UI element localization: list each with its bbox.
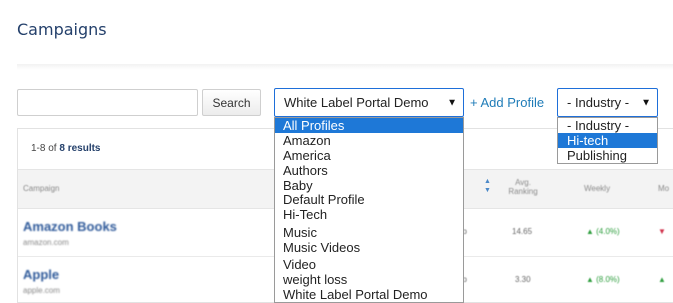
profile-option[interactable]: All Profiles xyxy=(275,118,463,133)
column-header-weekly[interactable]: Weekly xyxy=(584,184,610,193)
caret-down-icon: ▼ xyxy=(641,97,651,108)
campaign-name[interactable]: Amazon Books xyxy=(23,219,117,234)
caret-down-icon: ▼ xyxy=(447,97,457,108)
industry-option[interactable]: Publishing xyxy=(558,148,657,163)
add-profile-link[interactable]: + Add Profile xyxy=(470,95,544,110)
cell-monthly: ▲ xyxy=(658,275,666,284)
cell-avg-ranking: 3.30 xyxy=(515,275,531,284)
profile-select-value: White Label Portal Demo xyxy=(284,95,429,110)
column-header-avg-ranking[interactable]: Avg. Ranking xyxy=(505,178,541,196)
results-prefix: 1-8 of xyxy=(31,143,57,154)
campaign-url: amazon.com xyxy=(23,238,69,247)
column-header-monthly[interactable]: Mo xyxy=(658,184,669,193)
results-count: 1-8 of 8 results xyxy=(31,143,101,154)
profile-option[interactable]: Music Videos xyxy=(275,240,463,255)
profile-option[interactable]: Hi-Tech xyxy=(275,207,463,222)
profile-dropdown-list[interactable]: All Profiles Amazon America Authors Baby… xyxy=(274,117,464,303)
cell-avg-ranking: 14.65 xyxy=(512,227,533,236)
industry-select[interactable]: - Industry - ▼ xyxy=(557,88,658,117)
search-button[interactable]: Search xyxy=(202,89,261,116)
column-header-campaign[interactable]: Campaign xyxy=(23,184,59,193)
profile-option[interactable]: Baby xyxy=(275,178,463,193)
sort-arrows-icon[interactable]: ▲ ▼ xyxy=(484,177,491,195)
campaign-url: apple.com xyxy=(23,286,60,295)
industry-option[interactable]: - Industry - xyxy=(558,118,657,133)
profile-option[interactable]: Amazon xyxy=(275,133,463,148)
profile-select[interactable]: White Label Portal Demo ▼ xyxy=(274,88,464,117)
cell-weekly: ▲ (4.0%) xyxy=(586,227,620,236)
profile-option[interactable]: Music xyxy=(275,225,463,240)
industry-dropdown-list[interactable]: - Industry - Hi-tech Publishing xyxy=(557,117,658,164)
industry-option[interactable]: Hi-tech xyxy=(558,133,657,148)
profile-option[interactable]: Default Profile xyxy=(275,192,463,207)
results-total: 8 results xyxy=(59,143,101,154)
profile-option[interactable]: America xyxy=(275,148,463,163)
cell-monthly: ▼ xyxy=(658,227,666,236)
campaign-name[interactable]: Apple xyxy=(23,267,59,282)
industry-select-value: - Industry - xyxy=(567,95,630,110)
search-input[interactable] xyxy=(17,89,198,116)
profile-option[interactable]: White Label Portal Demo xyxy=(275,287,463,302)
profile-option[interactable]: Authors xyxy=(275,163,463,178)
cell-weekly: ▲ (8.0%) xyxy=(586,275,620,284)
profile-option[interactable]: Video xyxy=(275,257,463,272)
title-divider xyxy=(17,64,673,70)
profile-option[interactable]: weight loss xyxy=(275,272,463,287)
page-title: Campaigns xyxy=(17,20,107,39)
